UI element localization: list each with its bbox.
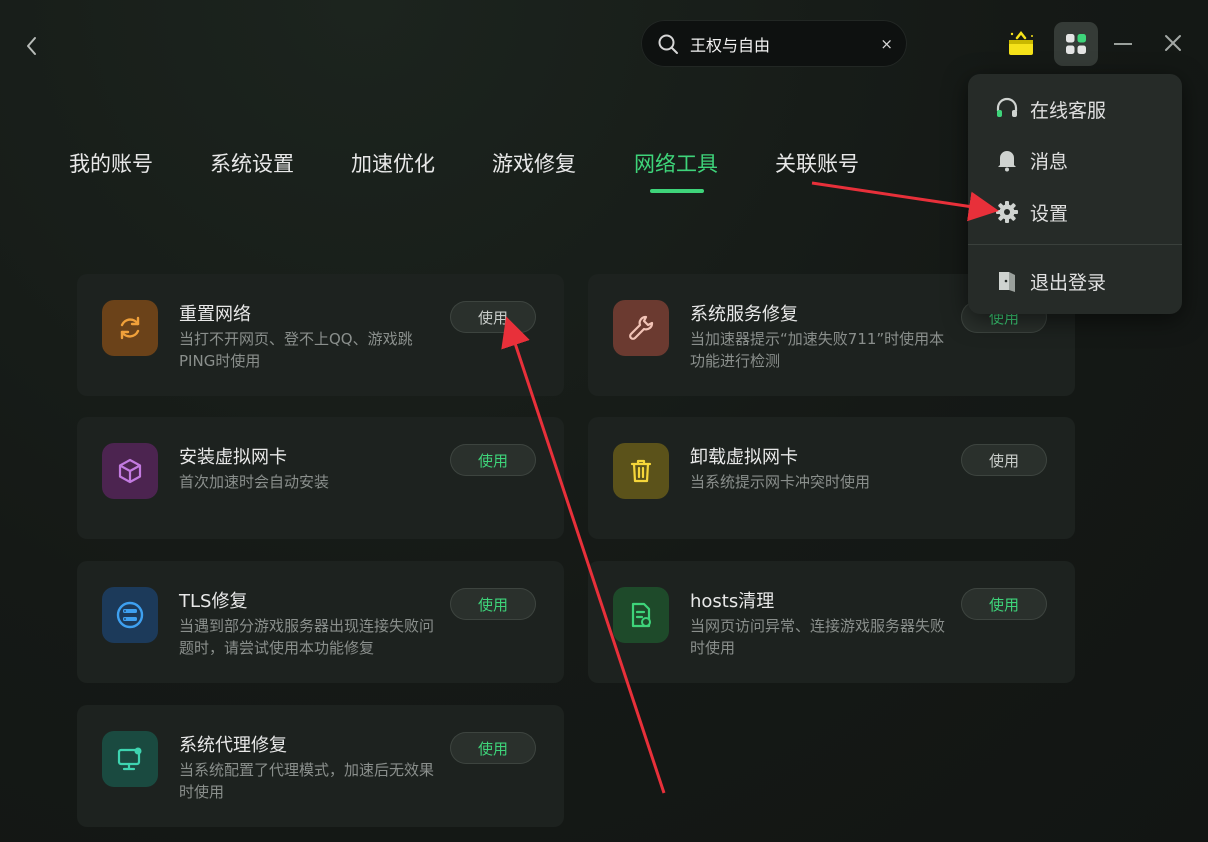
tool-title: 系统服务修复 <box>690 304 798 325</box>
use-button-install-virtual-nic[interactable]: 使用 <box>450 444 536 476</box>
tool-title: 系统代理修复 <box>179 735 287 756</box>
tab-linked-accounts[interactable]: 关联账号 <box>775 148 859 178</box>
monitor-icon <box>102 731 158 787</box>
tab-network-tools[interactable]: 网络工具 <box>634 148 718 178</box>
tab-system-settings[interactable]: 系统设置 <box>210 148 294 178</box>
refresh-icon <box>102 300 158 356</box>
tool-card-uninstall-virtual-nic: 卸载虚拟网卡 当系统提示网卡冲突时使用 使用 <box>588 417 1075 539</box>
cube-icon <box>102 443 158 499</box>
tool-description: 当网页访问异常、连接游戏服务器失败时使用 <box>690 617 946 657</box>
tool-description: 当打不开网页、登不上QQ、游戏跳PING时使用 <box>179 330 413 370</box>
annotation-arrow-to-settings <box>811 181 999 222</box>
tool-card-tls-repair: TLS修复 当遇到部分游戏服务器出现连接失败问题时，请尝试使用本功能修复 使用 <box>77 561 564 683</box>
menu-item-settings[interactable]: 设置 <box>994 194 1068 230</box>
tool-title: 卸载虚拟网卡 <box>690 447 798 468</box>
back-button[interactable] <box>20 32 44 60</box>
search-icon <box>658 34 678 54</box>
menu-item-label: 消息 <box>1030 150 1069 173</box>
tool-description: 当系统配置了代理模式，加速后无效果时使用 <box>179 761 435 801</box>
gift-box-icon <box>1009 30 1033 55</box>
tab-acceleration[interactable]: 加速优化 <box>351 148 435 178</box>
use-button-uninstall-virtual-nic[interactable]: 使用 <box>961 444 1047 476</box>
menu-item-online-support[interactable]: 在线客服 <box>994 91 1106 127</box>
tool-title: hosts清理 <box>690 591 775 612</box>
tool-card-system-proxy-repair: 系统代理修复 当系统配置了代理模式，加速后无效果时使用 使用 <box>77 705 564 827</box>
apps-menu-button[interactable] <box>1054 22 1098 66</box>
menu-item-label: 设置 <box>1030 202 1069 225</box>
tls-list-icon <box>102 587 158 643</box>
tool-description: 当系统提示网卡冲突时使用 <box>690 473 871 491</box>
tab-my-account[interactable]: 我的账号 <box>69 148 153 178</box>
gift-box-button[interactable] <box>1003 26 1039 62</box>
tool-title: 安装虚拟网卡 <box>179 447 287 468</box>
menu-item-logout[interactable]: 退出登录 <box>994 263 1106 299</box>
user-dropdown-menu: 在线客服 消息 设置 退出登录 <box>968 74 1182 314</box>
chevron-left-icon <box>27 37 36 55</box>
menu-item-messages[interactable]: 消息 <box>994 142 1068 178</box>
tab-game-repair[interactable]: 游戏修复 <box>492 148 576 178</box>
use-button-system-proxy-repair[interactable]: 使用 <box>450 732 536 764</box>
gear-icon <box>994 199 1020 225</box>
use-button-reset-network[interactable]: 使用 <box>450 301 536 333</box>
tool-title: 重置网络 <box>179 304 251 325</box>
trash-icon <box>613 443 669 499</box>
grid-icon <box>1066 34 1086 54</box>
clear-search-button[interactable]: × <box>880 35 893 53</box>
close-window-button[interactable] <box>1160 30 1186 56</box>
minimize-button[interactable] <box>1114 43 1132 45</box>
search-box[interactable]: × <box>641 20 907 67</box>
tool-card-install-virtual-nic: 安装虚拟网卡 首次加速时会自动安装 使用 <box>77 417 564 539</box>
search-input[interactable] <box>688 33 881 54</box>
headset-icon <box>994 96 1020 122</box>
tool-description: 当加速器提示“加速失败711”时使用本功能进行检测 <box>690 330 945 370</box>
tool-description: 首次加速时会自动安装 <box>179 473 330 491</box>
tool-description: 当遇到部分游戏服务器出现连接失败问题时，请尝试使用本功能修复 <box>179 617 435 657</box>
menu-divider <box>968 244 1182 245</box>
menu-item-label: 在线客服 <box>1030 99 1107 122</box>
bell-icon <box>994 147 1020 173</box>
active-tab-indicator <box>650 189 704 193</box>
logout-icon <box>994 268 1020 294</box>
tool-card-hosts-cleanup: hosts清理 当网页访问异常、连接游戏服务器失败时使用 使用 <box>588 561 1075 683</box>
use-button-hosts-cleanup[interactable]: 使用 <box>961 588 1047 620</box>
wrench-icon <box>613 300 669 356</box>
tool-card-reset-network: 重置网络 当打不开网页、登不上QQ、游戏跳PING时使用 使用 <box>77 274 564 396</box>
tool-title: TLS修复 <box>179 591 248 612</box>
close-icon <box>1165 35 1181 51</box>
file-clean-icon <box>613 587 669 643</box>
menu-item-label: 退出登录 <box>1030 271 1107 294</box>
use-button-tls-repair[interactable]: 使用 <box>450 588 536 620</box>
